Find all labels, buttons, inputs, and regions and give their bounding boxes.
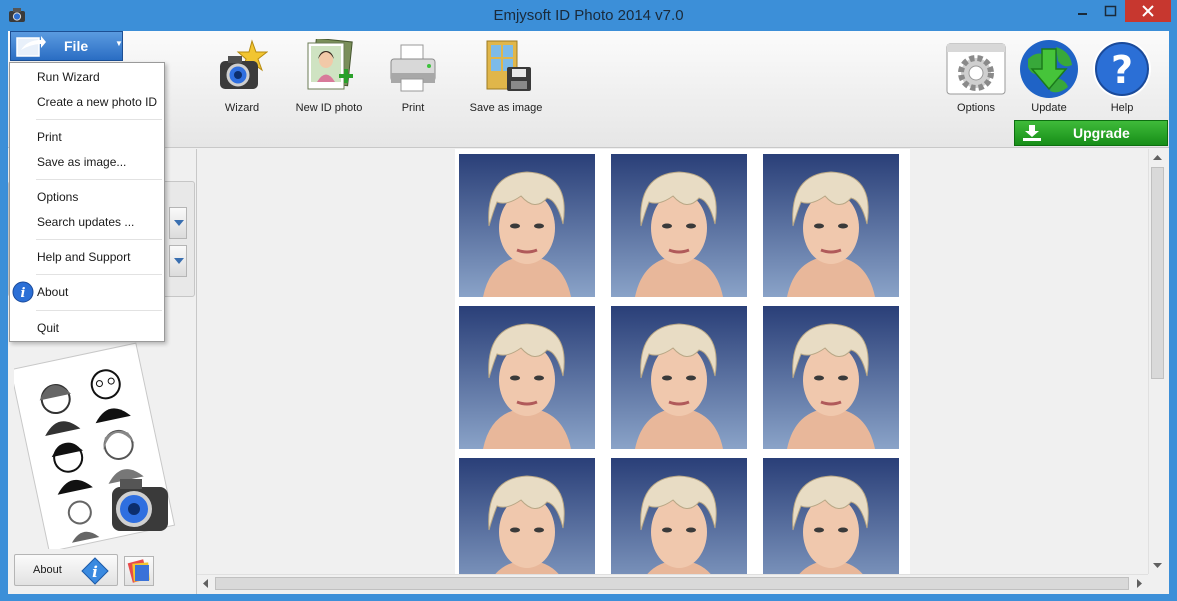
horizontal-scrollbar[interactable] [197,574,1148,591]
portrait-image [611,154,747,297]
menu-item-run-wizard[interactable]: Run Wizard [37,70,100,84]
maximize-icon [1104,5,1117,17]
id-photo-thumbnail[interactable] [459,306,595,449]
print-button[interactable]: Print [380,39,446,114]
app-window: Emjysoft ID Photo 2014 v7.0 Wizard New I… [0,0,1177,601]
info-diamond-icon: i [81,557,109,585]
portrait-image [459,458,595,574]
menu-separator [36,179,162,180]
color-palette-icon [127,559,150,583]
svg-text:i: i [21,286,26,301]
menu-item-save-as-image[interactable]: Save as image... [37,155,126,169]
file-open-icon [16,36,46,57]
vertical-scroll-thumb[interactable] [1151,167,1164,379]
client-area: Wizard New ID photo Print Save as image … [8,31,1169,594]
menu-item-print[interactable]: Print [37,130,62,144]
horizontal-scroll-thumb[interactable] [215,577,1129,590]
id-photo-thumbnail[interactable] [611,458,747,574]
chevron-down-icon [174,258,184,264]
portrait-image [611,458,747,574]
id-photo-thumbnail[interactable] [763,458,899,574]
portrait-image [763,306,899,449]
portrait-image [763,458,899,574]
scroll-right-arrow-icon[interactable] [1131,575,1148,592]
menu-item-help-and-support[interactable]: Help and Support [37,250,130,264]
update-label: Update [1031,102,1067,114]
maximize-button[interactable] [1097,0,1123,22]
menu-item-about[interactable]: About [37,285,68,299]
printer-icon [390,44,436,92]
combo-dropdown-1[interactable] [169,207,187,239]
portrait-image [459,306,595,449]
menu-item-create-photo-id[interactable]: Create a new photo ID [37,95,157,109]
file-label: File [64,38,89,54]
new-id-photo-button[interactable]: New ID photo [288,39,370,114]
menu-item-quit[interactable]: Quit [37,321,59,335]
portrait-image [611,306,747,449]
minimize-icon [1078,13,1087,15]
upgrade-label: Upgrade [1073,125,1130,141]
options-label: Options [957,102,995,114]
menu-separator [36,274,162,275]
help-button[interactable]: ? Help [1090,39,1154,114]
id-photo-thumbnail[interactable] [459,154,595,297]
update-button[interactable]: Update [1016,39,1082,114]
window-title: Emjysoft ID Photo 2014 v7.0 [493,7,684,24]
globe-download-icon [1020,40,1078,98]
info-icon: i [12,281,34,303]
id-photo-thumbnail[interactable] [611,154,747,297]
file-dropdown-menu: Run Wizard Create a new photo ID Print S… [9,62,165,342]
id-photo-thumbnail[interactable] [611,306,747,449]
combo-dropdown-2[interactable] [169,245,187,277]
scroll-up-arrow-icon[interactable] [1149,149,1166,166]
download-icon [1023,125,1041,141]
portrait-image [459,154,595,297]
wizard-camera-icon [220,39,268,89]
portrait-image [763,154,899,297]
color-palette-button[interactable] [124,556,154,586]
about-button[interactable]: About i [14,554,118,586]
toolbar-ribbon: Wizard New ID photo Print Save as image … [8,31,1169,148]
title-bar: Emjysoft ID Photo 2014 v7.0 [0,0,1177,31]
photo-sheet [455,149,910,574]
save-as-image-label: Save as image [469,102,543,114]
print-label: Print [401,102,425,114]
menu-item-search-updates[interactable]: Search updates ... [37,215,134,229]
wizard-label: Wizard [224,102,260,114]
help-question-icon: ? [1093,40,1151,98]
help-label: Help [1110,102,1134,114]
wizard-button[interactable]: Wizard [208,39,276,114]
close-button[interactable] [1125,0,1171,22]
id-photo-thumbnail[interactable] [459,458,595,574]
chevron-down-icon: ▼ [115,39,123,48]
id-photo-thumbnail[interactable] [763,154,899,297]
about-label: About [33,564,62,576]
svg-text:?: ? [1111,48,1133,92]
scroll-down-arrow-icon[interactable] [1149,557,1166,574]
menu-separator [36,310,162,311]
id-photo-promo-illustration [14,342,176,549]
menu-separator [36,239,162,240]
save-as-image-icon [486,40,531,91]
save-as-image-button[interactable]: Save as image [463,39,549,114]
minimize-button[interactable] [1069,0,1095,22]
chevron-down-icon [174,220,184,226]
options-button[interactable]: Options [944,41,1008,114]
scroll-left-arrow-icon[interactable] [197,575,214,592]
upgrade-button[interactable]: Upgrade [1014,120,1168,146]
photo-preview-area [197,149,1168,594]
vertical-scrollbar[interactable] [1148,149,1165,574]
menu-separator [36,119,162,120]
menu-item-options[interactable]: Options [37,190,78,204]
new-id-photo-label: New ID photo [295,102,363,114]
new-id-photo-icon [307,39,353,90]
close-icon [1142,5,1154,17]
svg-text:i: i [92,563,98,581]
id-photo-thumbnail[interactable] [763,306,899,449]
file-menu-button[interactable]: File ▼ [10,31,123,61]
gear-icon [946,43,1006,95]
